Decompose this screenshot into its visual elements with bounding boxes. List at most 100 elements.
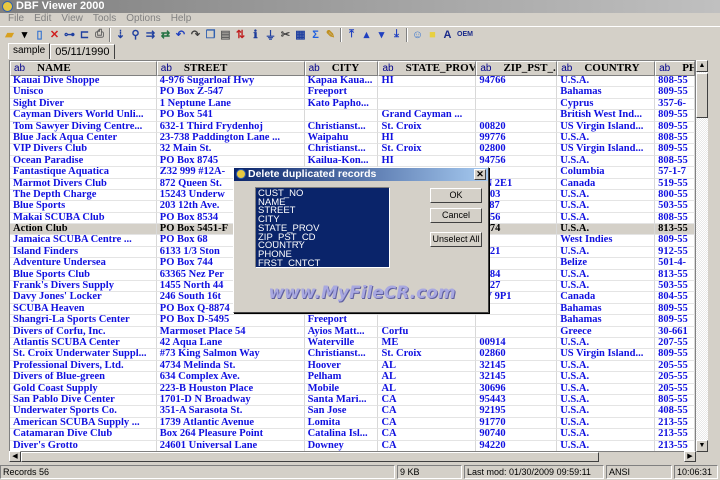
table-cell[interactable]: Diver's Grotto [10, 440, 157, 451]
table-cell[interactable]: Kauai Dive Shoppe [10, 76, 157, 88]
table-cell[interactable]: Columbia [557, 167, 656, 179]
table-cell[interactable]: Greece [557, 326, 656, 338]
tools-icon[interactable]: ✂ [278, 27, 293, 42]
table-cell[interactable]: Ocean Paradise [10, 155, 157, 168]
sum-icon[interactable]: Σ [308, 27, 323, 42]
table-cell[interactable]: Kapaa Kaua... [304, 76, 379, 88]
table-cell[interactable]: CA [378, 417, 477, 430]
table-cell[interactable]: Fantastique Aquatica [10, 167, 157, 179]
first-record-icon[interactable]: ⤒ [344, 27, 359, 42]
table-cell[interactable]: 30696 [476, 383, 558, 395]
table-cell[interactable]: CA [378, 406, 477, 418]
table-cell[interactable]: St. Croix [378, 121, 477, 133]
field-list-item[interactable]: FRST_CNTCT [258, 259, 387, 269]
table-cell[interactable]: Christianst... [304, 349, 379, 361]
table-cell[interactable] [476, 326, 558, 338]
table-cell[interactable]: Kato Papho... [304, 98, 379, 111]
table-cell[interactable]: HI [378, 155, 477, 168]
table-cell[interactable]: St. Croix [378, 144, 477, 156]
filter-down-icon[interactable]: ⇣ [113, 27, 128, 42]
table-cell[interactable]: Kailua-Kon... [304, 155, 379, 168]
info-icon[interactable]: ℹ [248, 27, 263, 42]
table-cell[interactable]: U.S.A. [557, 189, 656, 202]
table-cell[interactable]: Jamaica SCUBA Centre ... [10, 235, 157, 247]
table-cell[interactable]: Sight Diver [10, 98, 157, 111]
table-cell[interactable]: U.S.A. [557, 394, 656, 407]
horizontal-scroll-thumb[interactable] [21, 452, 599, 462]
table-cell[interactable]: 00820 [476, 121, 558, 133]
table-cell[interactable]: Catalina Isl... [304, 429, 379, 441]
table-cell[interactable]: 1701-D N Broadway [156, 394, 305, 407]
table-cell[interactable]: Cayman Divers World Unli... [10, 110, 157, 122]
table-cell[interactable]: HI [378, 76, 477, 88]
table-row[interactable]: American SCUBA Supply ... 1739 Atlantic A… [10, 417, 695, 430]
table-row[interactable]: VIP Divers Club 32 Main St. Christianst...… [10, 144, 695, 156]
table-cell[interactable]: US Virgin Island... [557, 144, 656, 156]
table-cell[interactable]: 813-55 [655, 224, 695, 236]
table-cell[interactable] [476, 315, 558, 327]
table-cell[interactable]: Ayios Matt... [304, 326, 379, 338]
table-cell[interactable]: U.S.A. [557, 246, 656, 259]
table-cell[interactable]: Tom Sawyer Diving Centre... [10, 121, 157, 133]
delete-icon[interactable]: ✕ [47, 27, 62, 42]
dialog-title-bar[interactable]: Delete duplicated records ✕ [234, 168, 488, 181]
table-cell[interactable]: 4734 Melinda St. [156, 360, 305, 373]
table-cell[interactable]: 813-55 [655, 269, 695, 282]
find-icon[interactable]: ⚲ [128, 27, 143, 42]
table-cell[interactable]: 213-55 [655, 417, 695, 430]
table-cell[interactable]: U.S.A. [557, 383, 656, 395]
table-cell[interactable]: Hoover [304, 360, 379, 373]
table-cell[interactable]: 808-55 [655, 132, 695, 145]
table-cell[interactable]: 808-55 [655, 212, 695, 225]
table-cell[interactable]: Canada [557, 292, 656, 304]
table-cell[interactable]: Canada [557, 178, 656, 190]
table-cell[interactable]: 99776 [476, 132, 558, 145]
menu-options[interactable]: Options [121, 13, 165, 25]
table-cell[interactable]: British West Ind... [557, 110, 656, 122]
table-cell[interactable]: 205-55 [655, 360, 695, 373]
table-row[interactable]: Ocean Paradise PO Box 8745 Kailua-Kon... HI… [10, 155, 695, 168]
table-cell[interactable]: 94766 [476, 76, 558, 88]
table-cell[interactable]: U.S.A. [557, 201, 656, 213]
table-cell[interactable]: 02860 [476, 349, 558, 361]
dropdown-arrow-icon[interactable]: ▾ [17, 27, 32, 42]
table-cell[interactable]: Bahamas [557, 303, 656, 316]
brush-icon[interactable]: ✎ [323, 27, 338, 42]
table-cell[interactable]: 4-976 Sugarloaf Hwy [156, 76, 305, 88]
table-cell[interactable]: Blue Sports Club [10, 269, 157, 282]
ok-button[interactable]: OK [430, 188, 482, 203]
table-cell[interactable]: 213-55 [655, 429, 695, 441]
tree-icon[interactable]: ⊏ [77, 27, 92, 42]
table-cell[interactable]: PO Box Z-547 [156, 87, 305, 99]
table-cell[interactable]: PO Box D-5495 [156, 315, 305, 327]
table-cell[interactable] [476, 98, 558, 111]
tab-date[interactable]: 05/11/1990 [50, 44, 115, 59]
table-cell[interactable]: Waterville [304, 337, 379, 350]
table-cell[interactable]: 91770 [476, 417, 558, 430]
table-cell[interactable]: Christianst... [304, 144, 379, 156]
table-row[interactable]: Underwater Sports Co. 351-A Sarasota St. S… [10, 406, 695, 418]
table-cell[interactable]: Grand Cayman ... [378, 110, 477, 122]
table-cell[interactable]: AL [378, 360, 477, 373]
table-cell[interactable]: 503-55 [655, 281, 695, 293]
table-row[interactable]: Kauai Dive Shoppe 4-976 Sugarloaf Hwy Kapa… [10, 76, 695, 88]
table-cell[interactable]: Santa Mari... [304, 394, 379, 407]
scroll-left-button[interactable]: ◀ [9, 451, 21, 462]
table-cell[interactable]: 351-A Sarasota St. [156, 406, 305, 418]
table-cell[interactable]: Freeport [304, 315, 379, 327]
table-cell[interactable]: 809-55 [655, 349, 695, 361]
table-cell[interactable]: 809-55 [655, 303, 695, 316]
structure-icon[interactable]: ⊶ [62, 27, 77, 42]
table-cell[interactable]: 95443 [476, 394, 558, 407]
table-cell[interactable]: U.S.A. [557, 224, 656, 236]
table-cell[interactable]: 94756 [476, 155, 558, 168]
table-cell[interactable]: U.S.A. [557, 337, 656, 350]
open-folder-icon[interactable]: ▰ [2, 27, 17, 42]
table-cell[interactable]: Bahamas [557, 87, 656, 99]
table-cell[interactable]: St. Croix Underwater Suppl... [10, 349, 157, 361]
table-row[interactable]: Gold Coast Supply 223-B Houston Place Mobi… [10, 383, 695, 395]
table-cell[interactable]: AL [378, 383, 477, 395]
column-header[interactable]: ab CITY [304, 61, 379, 76]
table-row[interactable]: Diver's Grotto 24601 Universal Lane Downey… [10, 440, 695, 451]
table-cell[interactable]: CA [378, 440, 477, 451]
